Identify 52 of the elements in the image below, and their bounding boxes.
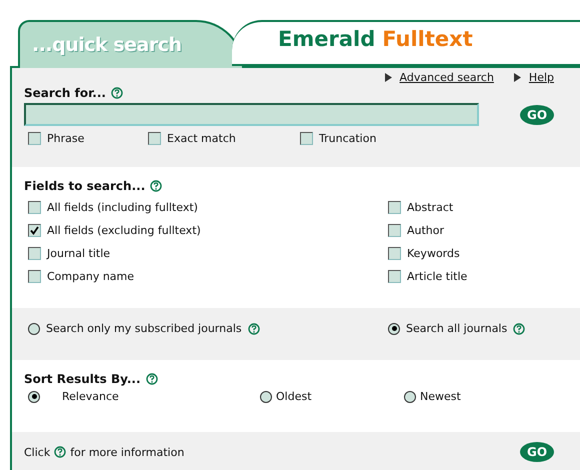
checkbox[interactable] bbox=[148, 132, 161, 145]
checkbox-label: Abstract bbox=[407, 201, 454, 214]
help-icon[interactable] bbox=[146, 373, 158, 385]
help-icon[interactable] bbox=[513, 322, 526, 334]
footer-text: Click bbox=[24, 446, 50, 458]
help-icon[interactable] bbox=[54, 446, 66, 458]
radio-button[interactable] bbox=[28, 322, 40, 334]
radio-label: Relevance bbox=[62, 390, 119, 403]
radio-button[interactable] bbox=[260, 390, 272, 402]
triangle-icon bbox=[384, 73, 392, 82]
brand-title: Fulltext bbox=[382, 27, 473, 53]
radio-label: Search only my subscribed journals bbox=[46, 322, 242, 335]
checkbox-label: All fields (including fulltext) bbox=[47, 201, 198, 214]
checkbox-label: Exact match bbox=[167, 132, 236, 145]
checkbox-label: Truncation bbox=[319, 132, 376, 145]
nav-link[interactable]: Help bbox=[514, 71, 554, 84]
section-label: Search for... bbox=[24, 86, 106, 100]
checkbox[interactable] bbox=[28, 247, 41, 260]
radio-button[interactable] bbox=[28, 390, 40, 402]
checkbox-label: Phrase bbox=[47, 132, 84, 145]
help-icon[interactable] bbox=[150, 180, 162, 192]
help-icon[interactable] bbox=[248, 322, 260, 334]
checkbox[interactable] bbox=[28, 270, 41, 283]
triangle-icon bbox=[514, 73, 521, 82]
go-button[interactable]: GO bbox=[520, 442, 554, 462]
go-button[interactable]: GO bbox=[520, 104, 554, 124]
radio-button[interactable] bbox=[404, 390, 416, 402]
footer-text: for more information bbox=[70, 446, 184, 458]
checkbox-label: Journal title bbox=[47, 247, 110, 260]
checkbox[interactable] bbox=[388, 270, 401, 283]
section-label: Sort Results By... bbox=[24, 372, 140, 386]
checkbox[interactable] bbox=[28, 132, 41, 145]
checkbox-label: Company name bbox=[47, 270, 134, 283]
checkbox-label: All fields (excluding fulltext) bbox=[47, 224, 201, 237]
checkbox[interactable] bbox=[28, 201, 41, 214]
checkbox[interactable] bbox=[388, 224, 401, 237]
checkbox-label: Author bbox=[407, 224, 444, 237]
search-field[interactable] bbox=[24, 103, 479, 126]
checkbox[interactable] bbox=[388, 201, 401, 214]
checkbox[interactable] bbox=[388, 247, 401, 260]
brand-title: Emerald bbox=[278, 27, 376, 53]
nav-link[interactable]: Advanced search bbox=[384, 71, 494, 84]
checkbox[interactable] bbox=[300, 132, 313, 145]
help-icon[interactable] bbox=[110, 87, 123, 99]
radio-label: Search all journals bbox=[406, 322, 508, 335]
checkbox[interactable] bbox=[28, 224, 41, 237]
checkbox-label: Article title bbox=[407, 270, 468, 283]
radio-label: Newest bbox=[420, 390, 461, 403]
radio-label: Oldest bbox=[276, 390, 312, 403]
radio-button[interactable] bbox=[388, 322, 400, 334]
checkbox-label: Keywords bbox=[407, 247, 460, 260]
section-label: Fields to search... bbox=[24, 179, 146, 193]
